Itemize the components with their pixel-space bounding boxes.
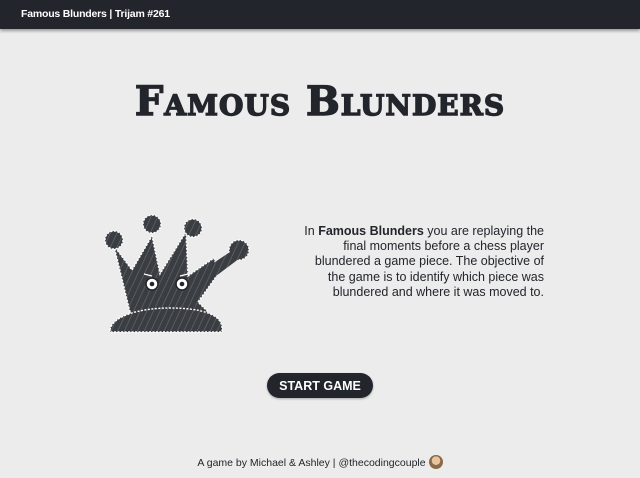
window-title: Famous Blunders | Trijam #261 [21,8,170,20]
game-title: Famous Blunders [134,77,506,125]
footer-credit: A game by Michael & Ashley | @thecodingc… [0,455,640,469]
description-game-name: Famous Blunders [318,224,424,238]
top-bar: Famous Blunders | Trijam #261 [0,0,640,29]
game-description: In Famous Blunders you are replaying the… [300,224,544,300]
start-game-button[interactable]: START GAME [267,373,373,398]
author-handle-link[interactable]: @thecodingcouple [338,457,425,469]
footer-credit-text: A game by Michael & Ashley | [197,457,339,469]
description-intro: In [304,224,319,238]
author-avatar-icon [428,455,443,469]
queen-chess-piece-icon [104,214,250,333]
